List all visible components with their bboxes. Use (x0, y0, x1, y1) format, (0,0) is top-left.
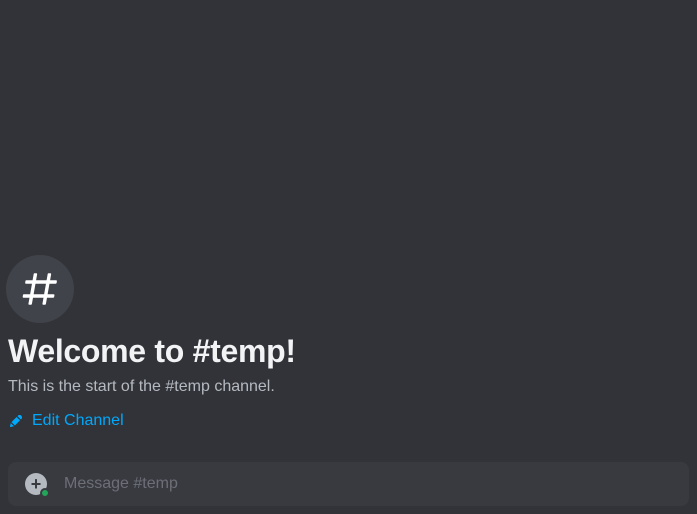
welcome-title: Welcome to #temp! (8, 333, 681, 370)
hash-icon (19, 268, 61, 310)
channel-hash-icon (6, 255, 74, 323)
edit-channel-label: Edit Channel (32, 412, 124, 430)
message-composer: + (8, 462, 689, 506)
edit-channel-button[interactable]: Edit Channel (8, 408, 124, 434)
attach-button[interactable]: + (24, 472, 48, 496)
channel-content: Welcome to #temp! This is the start of t… (0, 255, 697, 514)
message-input[interactable] (64, 475, 673, 493)
welcome-subtitle: This is the start of the #temp channel. (8, 378, 681, 396)
pencil-icon (8, 413, 24, 429)
channel-welcome-block: Welcome to #temp! This is the start of t… (8, 255, 689, 450)
status-dot-icon (40, 488, 50, 498)
